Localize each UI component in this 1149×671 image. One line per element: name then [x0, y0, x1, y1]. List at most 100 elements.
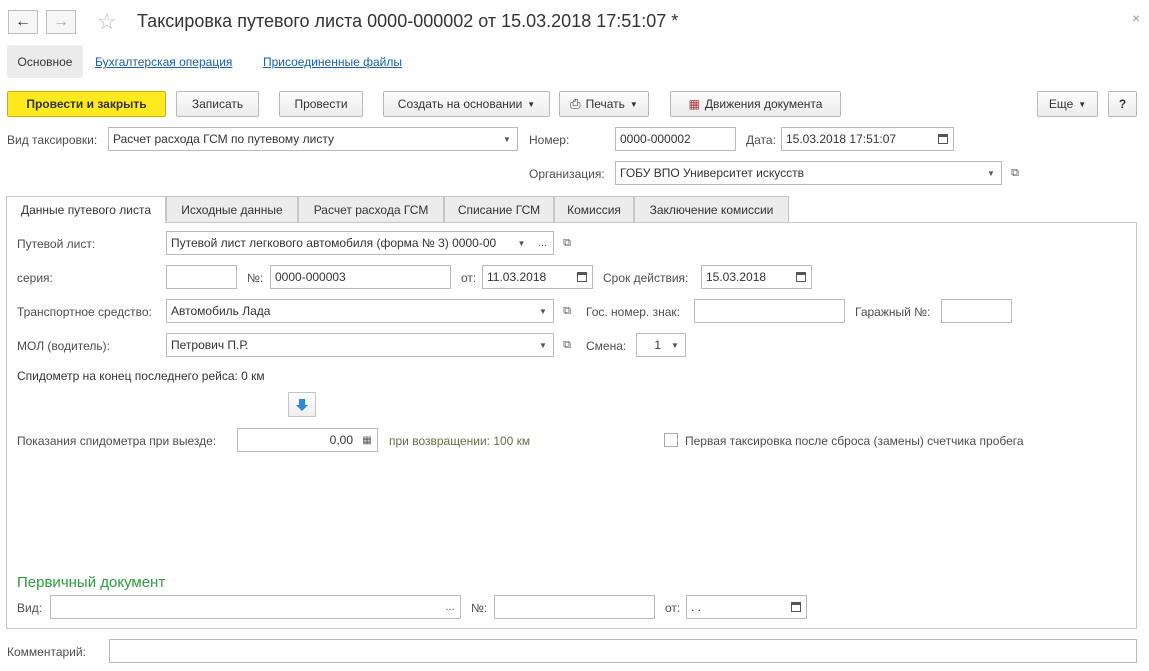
primary-from-label: от:: [665, 601, 681, 615]
plate-field[interactable]: [694, 299, 845, 323]
tab-waybill-data[interactable]: Данные путевого листа: [6, 196, 166, 223]
primary-from-field[interactable]: . .: [686, 595, 787, 619]
dropdown-caret-icon: ▼: [527, 99, 536, 109]
link-accounting-operation[interactable]: Бухгалтерская операция: [95, 55, 232, 69]
tab-source-data[interactable]: Исходные данные: [166, 196, 298, 222]
from-calendar-button[interactable]: [572, 265, 593, 289]
forward-button[interactable]: →: [46, 10, 76, 34]
chevron-down-icon: ▼: [539, 340, 547, 350]
vehicle-open-icon[interactable]: ⧉: [557, 301, 577, 321]
odometer-label: Показания спидометра при выезде:: [17, 434, 217, 448]
kind-label: Вид таксировки:: [7, 133, 98, 147]
comment-label: Комментарий:: [7, 645, 86, 659]
validity-calendar-button[interactable]: [791, 265, 812, 289]
vehicle-label: Транспортное средство:: [17, 305, 152, 319]
chevron-down-icon: ▼: [539, 306, 547, 316]
driver-field[interactable]: Петрович П.Р.: [166, 333, 534, 357]
calendar-icon: [938, 134, 948, 144]
report-icon: ▦: [688, 97, 700, 111]
printer-icon: ⎙: [570, 96, 581, 111]
kind-dropdown-button[interactable]: ▼: [497, 127, 518, 151]
validity-date-field[interactable]: 15.03.2018: [701, 265, 792, 289]
create-based-label: Создать на основании: [397, 97, 523, 111]
print-label: Печать: [585, 97, 625, 111]
chevron-down-icon: ▼: [671, 340, 679, 350]
vehicle-dropdown-button[interactable]: ▼: [533, 299, 554, 323]
tab-commission[interactable]: Комиссия: [554, 196, 634, 222]
garage-label: Гаражный №:: [855, 305, 931, 319]
post-button[interactable]: Провести: [279, 91, 363, 117]
create-based-button[interactable]: Создать на основании ▼: [383, 91, 550, 117]
help-button[interactable]: ?: [1108, 91, 1137, 117]
more-label: Еще: [1048, 97, 1074, 111]
driver-dropdown-button[interactable]: ▼: [533, 333, 554, 357]
tab-commission-conclusion[interactable]: Заключение комиссии: [634, 196, 789, 222]
post-and-close-button[interactable]: Провести и закрыть: [7, 91, 166, 117]
calendar-icon: [791, 602, 801, 612]
primary-kind-field[interactable]: [50, 595, 441, 619]
calendar-icon: [577, 272, 587, 282]
date-calendar-button[interactable]: [933, 127, 954, 151]
driver-open-icon[interactable]: ⧉: [557, 335, 577, 355]
calendar-icon: [796, 272, 806, 282]
org-open-icon[interactable]: ⧉: [1005, 163, 1025, 183]
primary-calendar-button[interactable]: [786, 595, 807, 619]
driver-label: МОЛ (водитель):: [17, 339, 110, 353]
date-field[interactable]: 15.03.2018 17:51:07: [781, 127, 934, 151]
first-taxation-checkbox[interactable]: [664, 433, 678, 447]
save-button[interactable]: Записать: [176, 91, 259, 117]
waybill-dropdown-button[interactable]: ▼: [511, 231, 533, 255]
kind-field[interactable]: Расчет расхода ГСМ по путевому листу: [108, 127, 498, 151]
series-field[interactable]: [166, 265, 237, 289]
from-label: от:: [461, 271, 477, 285]
series-label: серия:: [17, 271, 53, 285]
favorite-star-icon[interactable]: ☆: [97, 9, 117, 35]
waybill-select-button[interactable]: ...: [532, 231, 554, 255]
shift-field[interactable]: 1: [636, 333, 666, 357]
primary-kind-select-button[interactable]: ...: [440, 595, 461, 619]
document-movements-button[interactable]: ▦ Движения документа: [670, 91, 841, 117]
tab-fuel-writeoff[interactable]: Списание ГСМ: [444, 196, 554, 222]
calculator-icon: ▦: [362, 434, 372, 446]
more-button[interactable]: Еще ▼: [1037, 91, 1098, 117]
chevron-down-icon: ▼: [987, 168, 995, 178]
movements-label: Движения документа: [704, 97, 823, 111]
back-button[interactable]: ←: [8, 10, 38, 34]
tab-main[interactable]: Основное: [7, 45, 83, 78]
chevron-down-icon: ▼: [503, 134, 511, 144]
odometer-calc-button[interactable]: ▦: [357, 428, 378, 452]
first-taxation-label: Первая таксировка после сброса (замены) …: [685, 434, 1024, 448]
number-label: Номер:: [529, 133, 570, 147]
speedometer-last-text: Спидометр на конец последнего рейса: 0 к…: [17, 369, 265, 383]
waybill-field[interactable]: Путевой лист легкового автомобиля (форма…: [166, 231, 512, 255]
waybill-open-icon[interactable]: ⧉: [557, 233, 577, 253]
back-arrow-icon: ←: [15, 13, 31, 30]
plate-label: Гос. номер. знак:: [586, 305, 680, 319]
fill-down-button[interactable]: [288, 392, 316, 417]
comment-field[interactable]: [109, 639, 1137, 663]
shift-label: Смена:: [586, 339, 627, 353]
no-label: №:: [247, 271, 264, 285]
link-attached-files[interactable]: Присоединенные файлы: [263, 55, 402, 69]
from-date-field[interactable]: 11.03.2018: [482, 265, 573, 289]
org-dropdown-button[interactable]: ▼: [981, 161, 1002, 185]
dropdown-caret-icon: ▼: [1078, 99, 1087, 109]
date-label: Дата:: [746, 133, 776, 147]
garage-field[interactable]: [941, 299, 1012, 323]
validity-label: Срок действия:: [603, 271, 689, 285]
shift-dropdown-button[interactable]: ▼: [665, 333, 686, 357]
arrow-down-icon: [296, 398, 308, 411]
org-field[interactable]: ГОБУ ВПО Университет искусств: [615, 161, 982, 185]
odometer-field[interactable]: 0,00: [237, 428, 358, 452]
no-field[interactable]: 0000-000003: [270, 265, 451, 289]
waybill-label: Путевой лист:: [17, 237, 96, 251]
dropdown-caret-icon: ▼: [629, 99, 638, 109]
number-field[interactable]: 0000-000002: [615, 127, 736, 151]
primary-no-field[interactable]: [494, 595, 655, 619]
page-title: Таксировка путевого листа 0000-000002 от…: [137, 11, 679, 31]
close-icon[interactable]: ×: [1132, 10, 1140, 26]
print-button[interactable]: ⎙ Печать ▼: [559, 91, 649, 117]
vehicle-field[interactable]: Автомобиль Лада: [166, 299, 534, 323]
tab-fuel-calc[interactable]: Расчет расхода ГСМ: [298, 196, 444, 222]
chevron-down-icon: ▼: [517, 238, 526, 248]
